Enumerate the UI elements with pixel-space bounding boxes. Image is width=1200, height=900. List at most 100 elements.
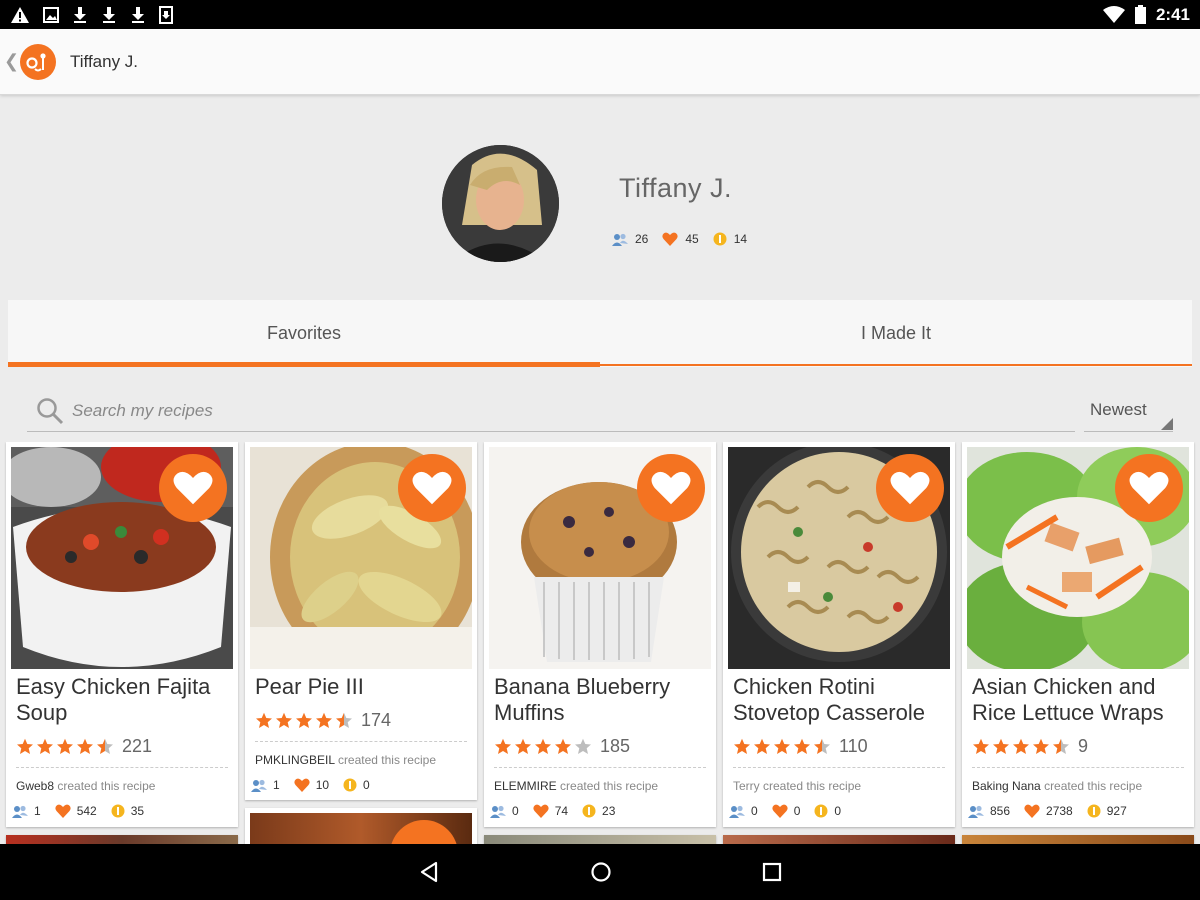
made-it-icon — [111, 804, 125, 818]
creator-name[interactable]: Gweb8 — [16, 779, 54, 793]
sort-selected: Newest — [1090, 400, 1147, 419]
rating: 185 — [494, 736, 630, 757]
star-icon — [535, 738, 551, 754]
favorites-count: 542 — [76, 804, 97, 818]
creator-line: ELEMMIRE created this recipe — [494, 779, 658, 793]
divider — [494, 767, 706, 768]
card-stats: 0 74 23 — [490, 804, 629, 818]
recipe-card[interactable]: Chicken Rotini Stovetop Casserole 110 Te… — [723, 442, 955, 827]
recipe-card[interactable]: Pear Pie III 174 PMKLINGBEIL created thi… — [245, 442, 477, 800]
favorites-count: 0 — [793, 804, 801, 818]
heart-icon — [412, 471, 452, 505]
allrecipes-logo-icon — [26, 52, 46, 71]
star-icon — [754, 738, 770, 754]
made-count: 927 — [1106, 804, 1127, 818]
status-bar: 2:41 — [0, 0, 1200, 29]
creator-name[interactable]: ELEMMIRE — [494, 779, 557, 793]
followers-count: 856 — [990, 804, 1011, 818]
divider — [255, 741, 467, 742]
favorite-button[interactable] — [159, 454, 227, 522]
back-chevron-icon[interactable]: ❮ — [4, 51, 19, 72]
card-stats: 1 10 0 — [251, 778, 384, 792]
recipe-card[interactable]: Easy Chicken Fajita Soup 221 Gweb8 creat… — [6, 442, 238, 827]
favorites-count: 10 — [315, 778, 330, 792]
tab-i-made-it[interactable]: I Made It — [600, 300, 1192, 367]
star-icon — [37, 738, 53, 754]
made-it-icon — [582, 804, 596, 818]
rating: 221 — [16, 736, 152, 757]
made-count: 23 — [602, 804, 616, 818]
creator-name[interactable]: Baking Nana — [972, 779, 1041, 793]
star-icon — [296, 712, 312, 728]
favorites-count: 45 — [685, 232, 699, 246]
star-icon — [814, 738, 830, 754]
favorite-button[interactable] — [876, 454, 944, 522]
star-icon — [57, 738, 73, 754]
clock: 2:41 — [1155, 4, 1190, 24]
profile-header: Tiffany J. 26 45 14 — [0, 95, 1200, 300]
divider — [16, 767, 228, 768]
heart-icon — [173, 471, 213, 505]
star-icon — [794, 738, 810, 754]
sort-dropdown[interactable]: Newest — [1084, 390, 1173, 432]
recipe-title[interactable]: Easy Chicken Fajita Soup — [16, 674, 228, 726]
favorites-count: 2738 — [1046, 804, 1073, 818]
creator-name[interactable]: PMKLINGBEIL — [255, 753, 335, 767]
avatar — [442, 145, 559, 262]
recipe-card-partial[interactable] — [962, 835, 1194, 844]
followers-count: 1 — [273, 778, 280, 792]
star-icon — [1013, 738, 1029, 754]
heart-icon — [651, 471, 691, 505]
rating: 9 — [972, 736, 1088, 757]
star-icon — [336, 712, 352, 728]
star-icon — [276, 712, 292, 728]
recipe-card[interactable]: Banana Blueberry Muffins 185 ELEMMIRE cr… — [484, 442, 716, 827]
favorite-button[interactable] — [398, 454, 466, 522]
followers-icon — [12, 805, 28, 818]
recipe-card-partial[interactable] — [6, 835, 238, 844]
favorite-button[interactable] — [1115, 454, 1183, 522]
rating-count: 221 — [122, 736, 153, 756]
recipe-card[interactable]: Asian Chicken and Rice Lettuce Wraps 9 B… — [962, 442, 1194, 827]
star-icon — [575, 738, 591, 754]
rating: 110 — [733, 736, 868, 757]
recipe-card-partial[interactable] — [723, 835, 955, 844]
image-icon — [43, 6, 59, 23]
recipe-card-partial[interactable] — [484, 835, 716, 844]
search-icon — [37, 397, 64, 424]
recipe-title[interactable]: Chicken Rotini Stovetop Casserole — [733, 674, 945, 726]
card-stats: 856 2738 927 — [968, 804, 1141, 818]
warning-icon — [11, 6, 29, 23]
favorite-button[interactable] — [637, 454, 705, 522]
recipe-title[interactable]: Asian Chicken and Rice Lettuce Wraps — [972, 674, 1184, 726]
app-logo[interactable] — [20, 43, 56, 80]
update-icon — [159, 5, 173, 24]
back-icon[interactable] — [418, 861, 440, 883]
card-stats: 1 542 35 — [12, 804, 158, 818]
recipe-title[interactable]: Pear Pie III — [255, 674, 467, 700]
page-title: Tiffany J. — [70, 51, 139, 71]
creator-suffix: Terry created this recipe — [733, 779, 862, 793]
star-icon — [515, 738, 531, 754]
creator-line: Gweb8 created this recipe — [16, 779, 155, 793]
recipe-card-partial[interactable] — [245, 808, 477, 844]
star-icon — [1033, 738, 1049, 754]
home-icon[interactable] — [590, 861, 612, 883]
creator-suffix: created this recipe — [57, 779, 156, 793]
creator-suffix: created this recipe — [1044, 779, 1143, 793]
heart-icon — [772, 804, 788, 818]
battery-icon — [1134, 5, 1146, 24]
heart-icon — [890, 471, 930, 505]
creator-suffix: created this recipe — [337, 753, 436, 767]
star-icon — [97, 738, 113, 754]
search-input[interactable]: Search my recipes — [27, 390, 1075, 432]
tab-favorites[interactable]: Favorites — [8, 300, 600, 367]
made-count: 14 — [733, 232, 748, 246]
star-icon — [993, 738, 1009, 754]
star-icon — [1053, 738, 1069, 754]
heart-icon — [55, 804, 71, 818]
star-icon — [256, 712, 272, 728]
recents-icon[interactable] — [762, 862, 782, 882]
followers-count: 1 — [34, 804, 41, 818]
recipe-title[interactable]: Banana Blueberry Muffins — [494, 674, 706, 726]
